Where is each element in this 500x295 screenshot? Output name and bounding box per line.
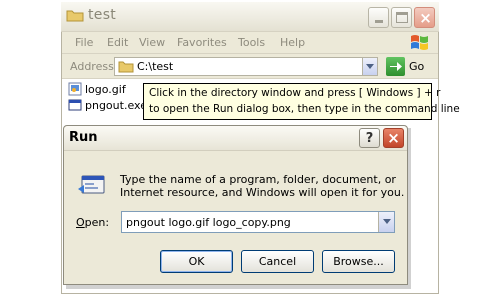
maximize-button[interactable] [391, 7, 412, 28]
explorer-title: test [88, 7, 117, 23]
explorer-close-button[interactable]: × [414, 7, 435, 28]
maximize-icon [396, 12, 408, 23]
menu-view[interactable]: View [139, 36, 165, 49]
open-label-rest: pen: [84, 216, 110, 229]
run-description-line-2: Internet resource, and Windows will open… [120, 186, 405, 199]
exe-application-icon [68, 99, 82, 111]
run-close-button[interactable]: × [383, 128, 404, 148]
open-command-value: pngout logo.gif logo_copy.png [126, 216, 291, 229]
run-program-icon [78, 175, 105, 194]
address-value: C:\test [137, 60, 174, 73]
menu-file[interactable]: File [75, 36, 93, 49]
folder-icon [66, 10, 84, 22]
open-dropdown-button[interactable] [378, 212, 394, 232]
folder-icon [118, 61, 134, 73]
address-label: Address [70, 60, 114, 73]
cancel-button[interactable]: Cancel [241, 250, 314, 273]
menu-help[interactable]: Help [280, 36, 305, 49]
file-item-pngout-exe[interactable]: pngout.exe [85, 99, 147, 112]
ok-button[interactable]: OK [160, 250, 233, 273]
open-label-accelerator: O [76, 216, 85, 229]
minimize-icon [375, 20, 383, 23]
menu-tools[interactable]: Tools [238, 36, 265, 49]
go-button[interactable]: Go [409, 60, 424, 73]
chevron-down-icon [366, 64, 374, 69]
browse-button[interactable]: Browse... [322, 250, 395, 273]
run-dialog-titlebar[interactable] [64, 126, 407, 151]
file-item-logo-gif[interactable]: logo.gif [85, 83, 126, 96]
gif-image-icon [68, 82, 82, 96]
open-label: Open: [76, 216, 109, 229]
go-arrow-icon[interactable] [386, 57, 405, 76]
chevron-down-icon [383, 219, 391, 224]
tooltip-line-1: Click in the directory window and press … [149, 87, 441, 99]
help-button[interactable]: ? [359, 128, 380, 148]
minimize-button[interactable] [368, 7, 389, 28]
close-icon: × [419, 9, 432, 27]
menu-favorites[interactable]: Favorites [177, 36, 227, 49]
tooltip-line-2: to open the Run dialog box, then type in… [149, 103, 460, 115]
menu-edit[interactable]: Edit [107, 36, 128, 49]
windows-logo-icon [411, 35, 428, 50]
address-dropdown-button[interactable] [362, 58, 377, 75]
run-description-line-1: Type the name of a program, folder, docu… [120, 173, 396, 186]
run-dialog-title: Run [69, 130, 98, 145]
